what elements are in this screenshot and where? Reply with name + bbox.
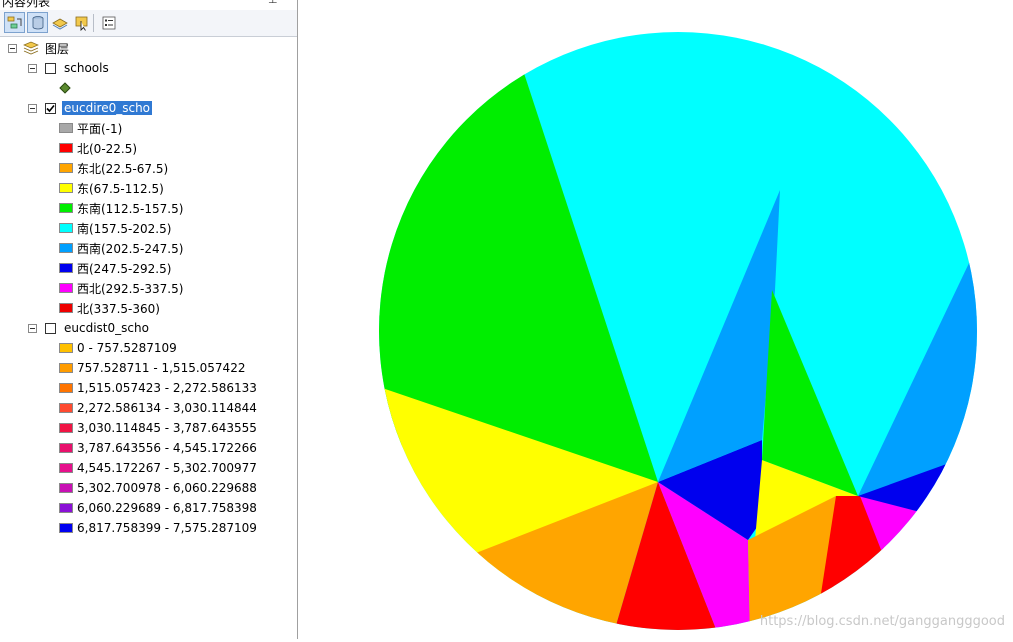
legend-item[interactable]: 6,817.758399 - 7,575.287109: [59, 518, 257, 538]
legend-item[interactable]: 东北(22.5-67.5): [59, 158, 168, 178]
legend-item[interactable]: 4,545.172267 - 5,302.700977: [59, 458, 257, 478]
layer-row-eucdist[interactable]: eucdist0_scho: [28, 318, 151, 338]
table-of-contents-panel: 内容列表 ⊥: [0, 0, 298, 639]
legend-swatch[interactable]: [59, 483, 73, 493]
legend-item[interactable]: 平面(-1): [59, 118, 122, 138]
legend-item[interactable]: 北(337.5-360): [59, 298, 160, 318]
legend-item[interactable]: 1,515.057423 - 2,272.586133: [59, 378, 257, 398]
legend-item-point: [59, 78, 71, 98]
legend-item[interactable]: 西南(202.5-247.5): [59, 238, 183, 258]
collapse-icon[interactable]: [28, 103, 37, 113]
legend-label: 6,060.229689 - 6,817.758398: [77, 501, 257, 515]
legend-swatch[interactable]: [59, 263, 73, 273]
options-icon: [102, 16, 115, 29]
legend-label: 5,302.700978 - 6,060.229688: [77, 481, 257, 495]
list-by-source-button[interactable]: [27, 12, 48, 33]
legend-label: 3,030.114845 - 3,787.643555: [77, 421, 257, 435]
legend-item[interactable]: 6,060.229689 - 6,817.758398: [59, 498, 257, 518]
legend-item[interactable]: 757.528711 - 1,515.057422: [59, 358, 245, 378]
legend-swatch[interactable]: [59, 143, 73, 153]
checkmark-icon: [46, 104, 55, 112]
layer-row-eucdire[interactable]: eucdire0_scho: [28, 98, 154, 118]
legend-label: 0 - 757.5287109: [77, 341, 177, 355]
list-by-visibility-icon: [51, 18, 68, 30]
legend-swatch[interactable]: [59, 463, 73, 473]
legend-label: 东南(112.5-157.5): [77, 201, 184, 216]
list-by-visibility-button[interactable]: [49, 12, 70, 33]
legend-swatch[interactable]: [59, 363, 73, 373]
legend-label: 2,272.586134 - 3,030.114844: [77, 401, 257, 415]
legend-label: 西南(202.5-247.5): [77, 241, 184, 256]
legend-label: 北(0-22.5): [77, 141, 138, 156]
legend-item[interactable]: 3,787.643556 - 4,545.172266: [59, 438, 257, 458]
layer-visibility-checkbox[interactable]: [45, 62, 56, 74]
legend-label: 东(67.5-112.5): [77, 181, 164, 196]
legend-swatch[interactable]: [59, 503, 73, 513]
legend-swatch[interactable]: [59, 403, 73, 413]
legend-label: 1,515.057423 - 2,272.586133: [77, 381, 257, 395]
layer-row-schools[interactable]: schools: [28, 58, 111, 78]
legend-swatch[interactable]: [59, 243, 73, 253]
legend-swatch[interactable]: [59, 443, 73, 453]
legend-label: 南(157.5-202.5): [77, 221, 172, 236]
legend-swatch[interactable]: [59, 183, 73, 193]
legend-label: 西(247.5-292.5): [77, 261, 172, 276]
list-by-source-icon: [32, 15, 43, 29]
collapse-icon[interactable]: [28, 323, 37, 333]
legend-swatch[interactable]: [59, 523, 73, 533]
legend-swatch[interactable]: [59, 163, 73, 173]
legend-item[interactable]: 东南(112.5-157.5): [59, 198, 183, 218]
legend-label: 6,817.758399 - 7,575.287109: [77, 521, 257, 535]
layers-icon: [23, 41, 39, 55]
legend-swatch[interactable]: [59, 223, 73, 233]
toolbar-separator: [93, 14, 94, 32]
layers-root-label: 图层: [45, 41, 70, 56]
legend-label: 西北(292.5-337.5): [77, 281, 184, 296]
layer-name[interactable]: eucdire0_scho: [60, 100, 154, 116]
legend-label: 北(337.5-360): [77, 301, 160, 316]
list-by-selection-icon: [75, 16, 87, 31]
legend-swatch[interactable]: [59, 383, 73, 393]
list-by-drawing-order-icon: [7, 16, 21, 28]
collapse-icon[interactable]: [8, 43, 17, 53]
legend-swatch[interactable]: [59, 423, 73, 433]
toc-toolbar: [0, 10, 297, 37]
list-by-drawing-order-button[interactable]: [4, 12, 25, 33]
legend-item[interactable]: 东(67.5-112.5): [59, 178, 164, 198]
layer-visibility-checkbox[interactable]: [45, 322, 56, 334]
panel-title: 内容列表: [2, 0, 51, 9]
legend-item[interactable]: 西北(292.5-337.5): [59, 278, 183, 298]
collapse-icon[interactable]: [28, 63, 37, 73]
layer-name[interactable]: schools: [62, 61, 111, 75]
layer-visibility-checkbox[interactable]: [45, 102, 56, 114]
legend-swatch[interactable]: [59, 283, 73, 293]
watermark-text: https://blog.csdn.net/ganggangggood: [759, 614, 1005, 629]
legend-label: 4,545.172267 - 5,302.700977: [77, 461, 257, 475]
legend-item[interactable]: 0 - 757.5287109: [59, 338, 177, 358]
legend-item[interactable]: 3,030.114845 - 3,787.643555: [59, 418, 257, 438]
legend-label: 东北(22.5-67.5): [77, 161, 169, 176]
list-by-selection-button[interactable]: [71, 12, 92, 33]
legend-item[interactable]: 2,272.586134 - 3,030.114844: [59, 398, 257, 418]
legend-item[interactable]: 西(247.5-292.5): [59, 258, 171, 278]
legend-label: 3,787.643556 - 4,545.172266: [77, 441, 257, 455]
legend-item[interactable]: 北(0-22.5): [59, 138, 137, 158]
legend-item[interactable]: 5,302.700978 - 6,060.229688: [59, 478, 257, 498]
legend-swatch[interactable]: [59, 343, 73, 353]
point-symbol-icon: [59, 82, 71, 94]
legend-swatch[interactable]: [59, 303, 73, 313]
layer-name[interactable]: eucdist0_scho: [62, 321, 151, 335]
legend-label: 757.528711 - 1,515.057422: [77, 361, 246, 375]
options-button[interactable]: [98, 12, 119, 33]
legend-swatch[interactable]: [59, 123, 73, 133]
legend-label: 平面(-1): [77, 121, 123, 136]
pin-icon[interactable]: ⊥: [268, 0, 278, 6]
layers-root-row[interactable]: 图层: [8, 38, 71, 58]
euclidean-direction-raster: [379, 32, 977, 630]
legend-swatch[interactable]: [59, 203, 73, 213]
legend-item[interactable]: 南(157.5-202.5): [59, 218, 171, 238]
map-view[interactable]: https://blog.csdn.net/ganggangggood: [300, 0, 1013, 639]
